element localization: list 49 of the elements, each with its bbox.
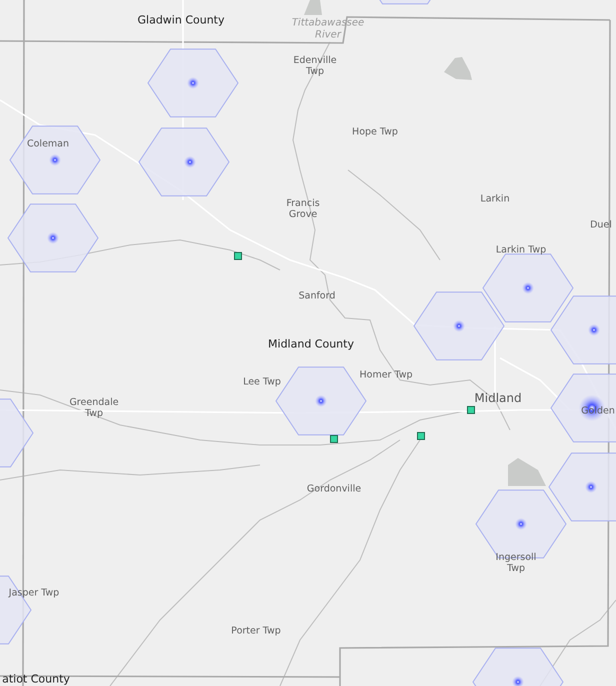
map-label: Gordonville [306, 484, 362, 496]
hexagon-bin[interactable] [9, 126, 101, 194]
map-label: Ingersoll Twp [496, 553, 536, 575]
square-marker[interactable] [417, 432, 425, 440]
map-label: Lee Twp [243, 378, 281, 388]
map-label: Larkin [480, 194, 510, 206]
square-marker[interactable] [234, 252, 242, 260]
glow-point[interactable] [515, 518, 527, 530]
glow-point[interactable] [453, 320, 465, 332]
square-marker[interactable] [330, 435, 338, 443]
map-label: Gladwin County [138, 14, 224, 28]
glow-point[interactable] [47, 232, 59, 244]
map-label: Golden [581, 406, 615, 418]
map-label: Jasper Twp [8, 588, 60, 600]
hexagon-bin[interactable] [7, 204, 99, 272]
lake-shape [508, 458, 546, 486]
glow-point[interactable] [585, 481, 597, 493]
lake-shape [444, 57, 472, 80]
hexagon-bin[interactable] [550, 374, 616, 442]
glow-point[interactable] [512, 676, 524, 686]
map-label: Larkin Twp [496, 246, 546, 256]
map-label: Hope Twp [352, 128, 398, 138]
map-label: Francis Grove [286, 199, 320, 221]
map-label: Midland County [268, 338, 354, 352]
hexagon-bin[interactable] [138, 128, 230, 196]
map-label: Duel [590, 220, 612, 232]
hexagon-bin[interactable] [548, 452, 616, 522]
map-label: atiot County [2, 674, 70, 686]
glow-point[interactable] [49, 154, 61, 166]
map-label: Porter Twp [231, 626, 281, 638]
glow-point[interactable] [187, 77, 199, 89]
hexagon-bin[interactable] [147, 48, 239, 118]
glow-point[interactable] [522, 282, 534, 294]
glow-point[interactable] [184, 156, 196, 168]
lake-shape [304, 0, 322, 15]
glow-point[interactable] [588, 324, 600, 336]
map-label: Coleman [26, 140, 70, 150]
hexagon-bin[interactable] [0, 398, 34, 468]
square-marker[interactable] [467, 406, 475, 414]
map-label: Sanford [298, 292, 336, 302]
hexagon-bin[interactable] [413, 292, 505, 360]
hexagon-bin[interactable] [482, 254, 574, 322]
hexagon-bin[interactable] [472, 648, 564, 686]
map-label: Homer Twp [360, 370, 412, 382]
map-label: Midland [474, 392, 522, 406]
hexagon-bin[interactable] [550, 296, 616, 364]
map-label: Edenville Twp [293, 56, 337, 78]
glow-point[interactable] [315, 395, 327, 407]
map-label: Greendale Twp [69, 398, 119, 420]
